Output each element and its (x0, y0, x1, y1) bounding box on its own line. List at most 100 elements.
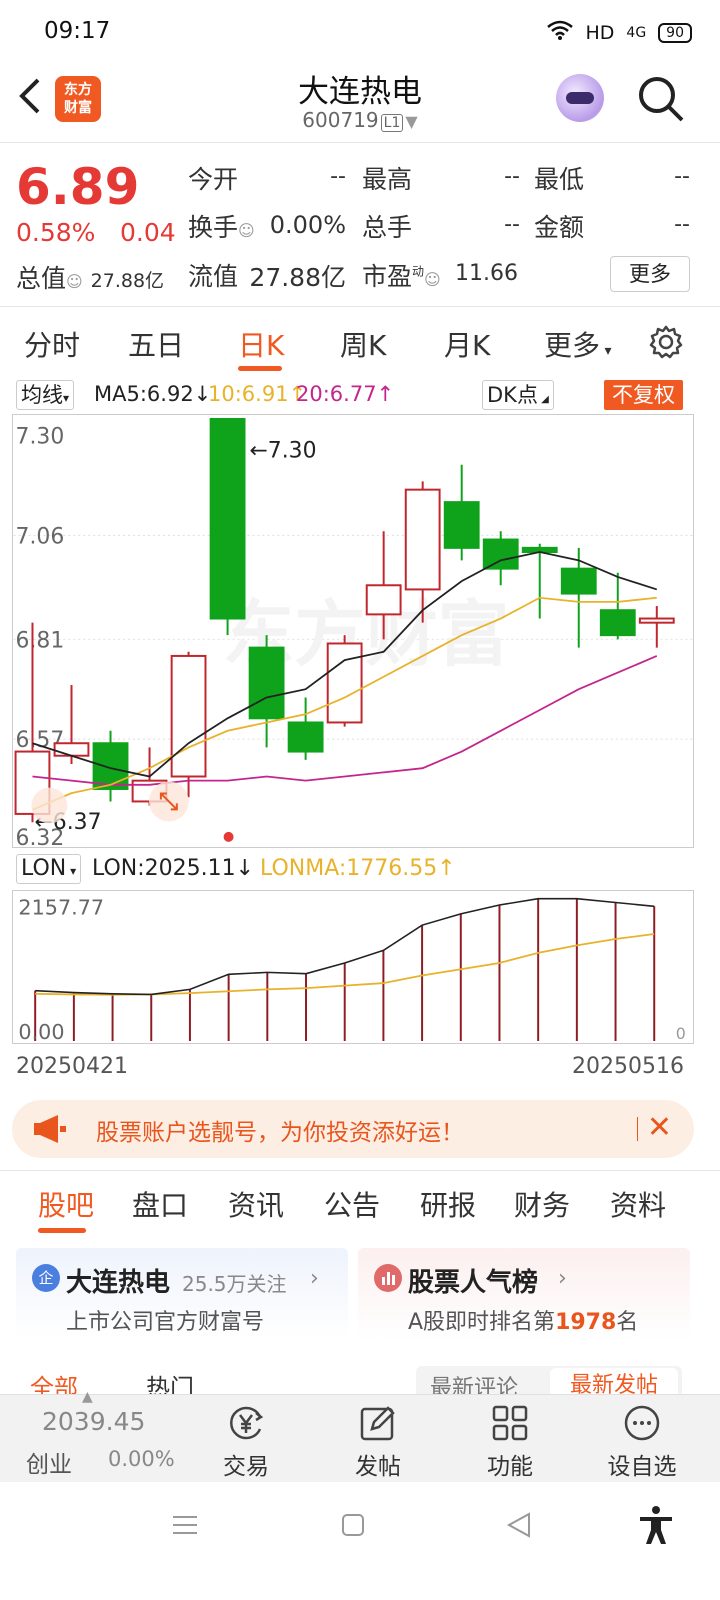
candle-body (209, 417, 246, 620)
index-value: 2039.45 (42, 1407, 146, 1436)
candle-body (248, 646, 285, 720)
rank-suffix: 名 (616, 1310, 639, 1335)
lon-right-zero: 0 (676, 1024, 686, 1043)
candle-body (326, 642, 363, 724)
tab-forum[interactable]: 股吧 (38, 1184, 94, 1224)
more-button[interactable]: 更多 (610, 256, 690, 292)
company-account-card[interactable]: 企 大连热电 25.5万关注 › 上市公司官方财富号 (16, 1248, 348, 1340)
banner-text: 股票账户选靓号，为你投资添好运！ (96, 1120, 464, 1146)
tab-more[interactable]: 更多 ▾ (544, 324, 612, 364)
low-value: -- (674, 164, 690, 189)
back-triangle-icon[interactable] (504, 1510, 534, 1544)
robot-assistant-icon[interactable] (556, 74, 604, 122)
y-tick-label: 7.06 (16, 524, 65, 549)
ma-selector[interactable]: 均线▾ (16, 380, 75, 410)
popularity-card-subtitle: A股即时排名第1978名 (408, 1304, 638, 1336)
divider (0, 306, 720, 307)
dk-label: DK点 (487, 383, 538, 407)
no-adjust-button[interactable]: 不复权 (604, 380, 683, 410)
lon-indicator-bar: LON ▾ LON:2025.11↓ LONMA:1776.55↑ (0, 852, 720, 886)
ma-selector-label: 均线 (21, 383, 63, 407)
active-tab-indicator (238, 366, 282, 371)
open-label: 今开 (188, 165, 239, 194)
total-value-number: 27.88亿 (90, 270, 165, 292)
caret-down-icon: ▾ (600, 343, 612, 359)
tab-profile[interactable]: 资料 (610, 1184, 666, 1224)
content-tabs: 股吧 盘口 资讯 公告 研报 财务 资料 (0, 1180, 720, 1240)
lon-selector[interactable]: LON ▾ (16, 854, 82, 884)
ranking-icon (374, 1264, 402, 1292)
ma10-value: 10:6.91↑ (208, 382, 307, 406)
hd-label: HD (585, 21, 615, 44)
tab-intraday[interactable]: 分时 (24, 324, 80, 364)
red-dot (223, 831, 234, 842)
float-label: 流值 (188, 262, 239, 291)
home-icon[interactable] (338, 1510, 368, 1544)
pe-label-text: 市盈 (362, 262, 413, 291)
index-percent: 0.00% (108, 1447, 175, 1471)
period-tabs: 分时 五日 日K 周K 月K 更多 ▾ (0, 314, 720, 374)
tab-finance[interactable]: 财务 (514, 1184, 570, 1224)
popularity-card-title: 股票人气榜 (408, 1268, 539, 1298)
tab-five-day[interactable]: 五日 (128, 324, 184, 364)
change-percent: 0.58% (16, 218, 96, 247)
corner-caret-icon: ◢ (537, 394, 549, 405)
turnover-label: 换手☺ (188, 208, 255, 244)
gear-icon[interactable] (648, 324, 684, 360)
candle-body (404, 488, 441, 591)
end-date: 20250516 (572, 1054, 684, 1079)
amount-label: 金额 (534, 213, 585, 242)
candlestick-chart[interactable]: 东方财富7.307.066.816.576.32←7.30←6.37 (12, 414, 694, 848)
open-value: -- (330, 164, 346, 189)
accessibility-icon[interactable] (636, 1504, 676, 1550)
y-tick-label: 6.81 (16, 628, 65, 653)
company-card-title: 大连热电 (66, 1268, 171, 1298)
total-value: 总值☺ 27.88亿 (16, 259, 164, 295)
high-value: -- (504, 164, 520, 189)
y-tick-label: 7.30 (16, 425, 65, 450)
index-ticker[interactable]: ▲ 2039.45 创业 0.00% (0, 1389, 190, 1483)
wifi-icon (547, 20, 574, 45)
search-icon[interactable] (636, 74, 686, 124)
tab-monthly-k[interactable]: 月K (444, 324, 490, 364)
tab-research[interactable]: 研报 (420, 1184, 476, 1224)
nav-trade-label: 交易 (223, 1454, 269, 1480)
candle-body (287, 721, 324, 753)
volume-label: 总手 (362, 213, 413, 242)
tab-market-depth[interactable]: 盘口 (132, 1184, 188, 1224)
tab-daily-k[interactable]: 日K (238, 324, 284, 364)
amount-value: -- (674, 212, 690, 237)
close-icon[interactable]: ✕ (647, 1110, 672, 1145)
lon-chart[interactable]: 2157.77 0.00 0 (12, 890, 694, 1044)
turnover-value: 0.00% (269, 211, 346, 239)
ma5-value: MA5:6.92↓ (94, 382, 212, 406)
divider (0, 1170, 720, 1171)
nav-post-label: 发帖 (355, 1454, 401, 1480)
chevron-down-icon: ▼ (405, 112, 418, 131)
tab-weekly-k[interactable]: 周K (340, 324, 386, 364)
lon-selector-label: LON (21, 856, 67, 881)
menu-icon[interactable] (170, 1510, 200, 1544)
max-price-label: ←7.30 (249, 439, 316, 464)
battery-icon: 90 (658, 22, 692, 43)
status-time: 09:17 (44, 18, 111, 44)
start-date: 20250421 (16, 1054, 128, 1079)
candle-body (560, 567, 597, 595)
nav-add-favorite-label: 设自选 (607, 1454, 677, 1480)
caret-down-icon: ▾ (66, 864, 77, 878)
nav-functions-label: 功能 (487, 1454, 533, 1480)
tab-announcements[interactable]: 公告 (324, 1184, 380, 1224)
system-icons: HD 4G 90 (547, 20, 692, 45)
pe-label: 市盈动☺ (362, 257, 441, 293)
megaphone-icon (32, 1113, 68, 1149)
dk-point-selector[interactable]: DK点 ◢ (482, 380, 554, 410)
promo-banner[interactable]: 股票账户选靓号，为你投资添好运！ ✕ (12, 1100, 694, 1158)
stock-code: 600719 (302, 108, 379, 132)
stock-code-selector[interactable]: 600719 L1 ▼ (0, 108, 720, 132)
divider (0, 142, 720, 143)
tab-news[interactable]: 资讯 (228, 1184, 284, 1224)
rank-number: 1978 (555, 1310, 617, 1335)
popularity-card[interactable]: 股票人气榜 › A股即时排名第1978名 (358, 1248, 690, 1340)
low-label: 最低 (534, 165, 585, 194)
volume-value: -- (504, 212, 520, 237)
